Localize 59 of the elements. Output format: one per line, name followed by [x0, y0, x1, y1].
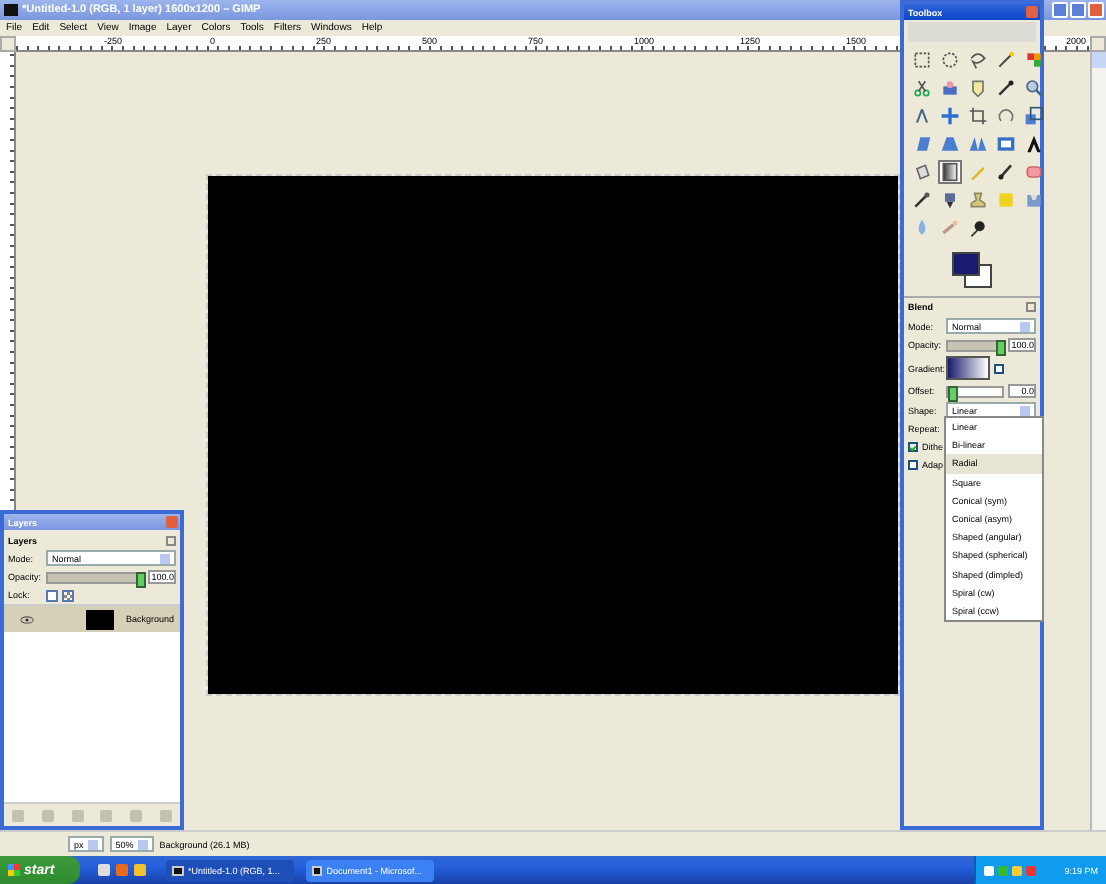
airbrush-icon — [912, 190, 932, 210]
tool-button[interactable] — [994, 160, 1018, 184]
tool-button[interactable] — [938, 160, 962, 184]
minimize-button[interactable] — [1052, 2, 1068, 18]
menu-icon[interactable] — [1026, 302, 1036, 312]
scissors-icon — [912, 78, 932, 98]
maximize-button[interactable] — [1070, 2, 1086, 18]
slider[interactable] — [946, 339, 1004, 351]
lock-alpha-checkbox[interactable] — [62, 589, 74, 601]
gradient-icon — [940, 162, 960, 182]
scrollbar[interactable] — [1090, 52, 1106, 830]
slider[interactable] — [946, 385, 1004, 397]
crop-icon — [968, 106, 988, 126]
letter-a-icon — [1024, 134, 1044, 154]
dashed-circle-icon — [940, 50, 960, 70]
dodge-icon — [968, 218, 988, 238]
eyedropper-icon — [996, 78, 1016, 98]
tool-button[interactable] — [994, 76, 1018, 100]
color-swatches-drawing[interactable] — [952, 252, 992, 288]
app-icon — [4, 4, 18, 16]
flip-icon — [968, 134, 988, 154]
tool-button[interactable] — [966, 48, 990, 72]
wand-icon — [996, 50, 1016, 70]
drop-area — [908, 22, 1036, 42]
checkbox[interactable] — [908, 442, 918, 452]
tool-button[interactable] — [910, 48, 934, 72]
scale-icon — [1024, 106, 1044, 126]
checkbox[interactable] — [994, 363, 1004, 373]
layer-thumbnail — [86, 609, 114, 629]
color-blocks-icon — [1024, 50, 1044, 70]
four-arrows-icon — [940, 106, 960, 126]
brush-icon — [996, 162, 1016, 182]
shear-icon — [912, 134, 932, 154]
checkbox[interactable] — [908, 460, 918, 470]
eraser-icon — [1024, 162, 1044, 182]
ink-pen-icon — [940, 190, 960, 210]
dashed-square-icon — [912, 50, 932, 70]
pen-nib-icon — [968, 78, 988, 98]
tool-button[interactable] — [1022, 132, 1046, 156]
magnifier-icon — [1024, 78, 1044, 98]
tool-button[interactable] — [966, 216, 990, 240]
desktop-icon[interactable] — [98, 864, 110, 876]
pencil-icon — [968, 162, 988, 182]
gradient-swatch[interactable] — [946, 356, 990, 380]
figure-icon — [940, 78, 960, 98]
perspective-icon — [940, 134, 960, 154]
slider[interactable] — [46, 571, 144, 583]
smudge-icon — [940, 218, 960, 238]
tool-button[interactable] — [910, 76, 934, 100]
lock-checkbox[interactable] — [46, 589, 58, 601]
stamp-icon — [968, 190, 988, 210]
tool-button[interactable] — [910, 188, 934, 212]
lasso-icon — [968, 50, 988, 70]
menu-icon[interactable] — [166, 536, 176, 546]
tool-button[interactable] — [1022, 104, 1046, 128]
close-button[interactable] — [1088, 2, 1104, 18]
player-icon[interactable] — [134, 864, 146, 876]
eye-icon[interactable] — [20, 615, 34, 623]
rotate-icon — [996, 106, 1016, 126]
